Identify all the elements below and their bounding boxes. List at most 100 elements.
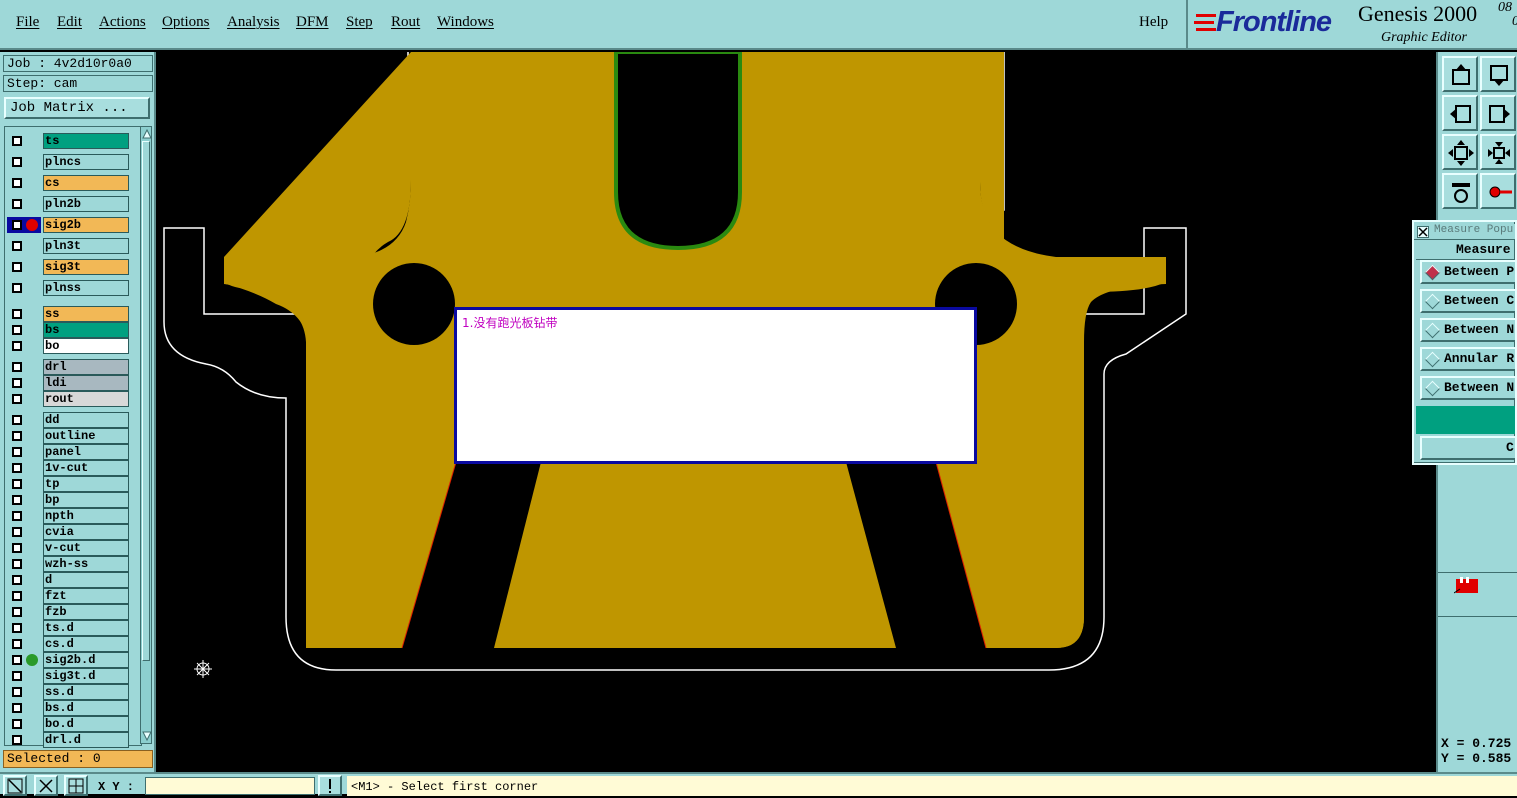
layer-checkbox[interactable] [12, 495, 22, 505]
layer-name[interactable]: v-cut [43, 540, 129, 556]
layer-name[interactable]: plncs [43, 154, 129, 170]
layer-row-ldi[interactable]: ldi [7, 375, 129, 391]
zoom-back-button[interactable] [1480, 56, 1516, 92]
popup-close-button[interactable]: Clos [1420, 436, 1515, 460]
select-tool-button[interactable] [3, 775, 27, 796]
layer-checkbox[interactable] [12, 325, 22, 335]
layer-name[interactable]: pln2b [43, 196, 129, 212]
layer-checkbox[interactable] [12, 719, 22, 729]
layer-row-sig3t-d[interactable]: sig3t.d [7, 668, 129, 684]
layer-checkbox[interactable] [12, 735, 22, 745]
layer-checkbox[interactable] [12, 431, 22, 441]
layer-name[interactable]: fzb [43, 604, 129, 620]
layer-checkbox[interactable] [12, 703, 22, 713]
layer-name[interactable]: ts [43, 133, 129, 149]
menu-help[interactable]: Help [1139, 14, 1168, 31]
layer-row-ss-d[interactable]: ss.d [7, 684, 129, 700]
layer-row-ts-d[interactable]: ts.d [7, 620, 129, 636]
layer-row-bs[interactable]: bs [7, 322, 129, 338]
layer-checkbox[interactable] [12, 309, 22, 319]
layer-checkbox[interactable] [12, 394, 22, 404]
layer-name[interactable]: rout [43, 391, 129, 407]
menu-windows[interactable]: Windows [437, 14, 494, 31]
menu-options[interactable]: Options [162, 14, 210, 31]
layer-row-ss[interactable]: ss [7, 306, 129, 322]
layer-name[interactable]: bs [43, 322, 129, 338]
layer-row-sig2b-d[interactable]: sig2b.d [7, 652, 129, 668]
layer-checkbox[interactable] [12, 671, 22, 681]
layer-row-v-cut[interactable]: v-cut [7, 540, 129, 556]
zoom-out-button[interactable] [1480, 134, 1516, 170]
layer-row-outline[interactable]: outline [7, 428, 129, 444]
close-icon[interactable] [1417, 226, 1429, 238]
layer-name[interactable]: outline [43, 428, 129, 444]
layer-name[interactable]: d [43, 572, 129, 588]
layer-checkbox[interactable] [12, 157, 22, 167]
layer-row-bo[interactable]: bo [7, 338, 129, 354]
layer-name[interactable]: ldi [43, 375, 129, 391]
layer-row-ts[interactable]: ts [7, 133, 129, 149]
grid-tool-button[interactable] [64, 775, 88, 796]
scroll-down-icon[interactable] [142, 731, 152, 741]
layer-name[interactable]: drl [43, 359, 129, 375]
layer-name[interactable]: dd [43, 412, 129, 428]
layer-checkbox[interactable] [12, 341, 22, 351]
layer-checkbox[interactable] [12, 241, 22, 251]
layer-name[interactable]: panel [43, 444, 129, 460]
pan-right-button[interactable] [1480, 95, 1516, 131]
menu-file[interactable]: File [16, 14, 39, 31]
info-button[interactable] [318, 775, 342, 796]
layer-row-npth[interactable]: npth [7, 508, 129, 524]
layer-scrollbar[interactable] [140, 126, 152, 744]
layer-row-dd[interactable]: dd [7, 412, 129, 428]
layer-name[interactable]: ts.d [43, 620, 129, 636]
layer-row-drl-d[interactable]: drl.d [7, 732, 129, 748]
measure-option-5[interactable]: Between N [1420, 376, 1515, 400]
layer-row-cs[interactable]: cs [7, 175, 129, 191]
layer-checkbox[interactable] [12, 527, 22, 537]
layer-row-pln2b[interactable]: pln2b [7, 196, 129, 212]
layer-row-cvia[interactable]: cvia [7, 524, 129, 540]
layer-checkbox[interactable] [12, 559, 22, 569]
layer-name[interactable]: tp [43, 476, 129, 492]
cut-tool-button[interactable] [34, 775, 58, 796]
note-box[interactable]: 1.没有跑光板钻带 [454, 307, 977, 464]
layer-checkbox[interactable] [12, 623, 22, 633]
layer-name[interactable]: cvia [43, 524, 129, 540]
job-matrix-button[interactable]: Job Matrix ... [4, 97, 150, 119]
pan-left-button[interactable] [1442, 95, 1478, 131]
layer-checkbox[interactable] [12, 220, 22, 230]
layer-row-rout[interactable]: rout [7, 391, 129, 407]
layer-checkbox[interactable] [12, 283, 22, 293]
zoom-home-button[interactable] [1442, 56, 1478, 92]
layer-checkbox[interactable] [12, 199, 22, 209]
layer-checkbox[interactable] [12, 178, 22, 188]
layer-name[interactable]: ss.d [43, 684, 129, 700]
layer-row-fzt[interactable]: fzt [7, 588, 129, 604]
layer-row-sig3t[interactable]: sig3t [7, 259, 129, 275]
measure-button[interactable] [1480, 173, 1516, 209]
layer-checkbox[interactable] [12, 136, 22, 146]
menu-edit[interactable]: Edit [57, 14, 82, 31]
layer-row-plnss[interactable]: plnss [7, 280, 129, 296]
layer-checkbox[interactable] [12, 362, 22, 372]
menu-rout[interactable]: Rout [391, 14, 420, 31]
layer-checkbox[interactable] [12, 415, 22, 425]
layer-row-d[interactable]: d [7, 572, 129, 588]
layer-checkbox[interactable] [12, 591, 22, 601]
menu-actions[interactable]: Actions [99, 14, 146, 31]
layer-name[interactable]: bs.d [43, 700, 129, 716]
layer-name[interactable]: wzh-ss [43, 556, 129, 572]
layer-checkbox[interactable] [12, 639, 22, 649]
measure-option-1[interactable]: Between P [1420, 260, 1515, 284]
layer-row-panel[interactable]: panel [7, 444, 129, 460]
measure-option-2[interactable]: Between C [1420, 289, 1515, 313]
overview-map[interactable] [1438, 572, 1517, 617]
layer-name[interactable]: bo [43, 338, 129, 354]
layer-name[interactable]: sig2b [43, 217, 129, 233]
layer-checkbox[interactable] [12, 479, 22, 489]
measure-option-3[interactable]: Between N [1420, 318, 1515, 342]
layer-checkbox[interactable] [12, 607, 22, 617]
layer-row-wzh-ss[interactable]: wzh-ss [7, 556, 129, 572]
layer-row-bo-d[interactable]: bo.d [7, 716, 129, 732]
